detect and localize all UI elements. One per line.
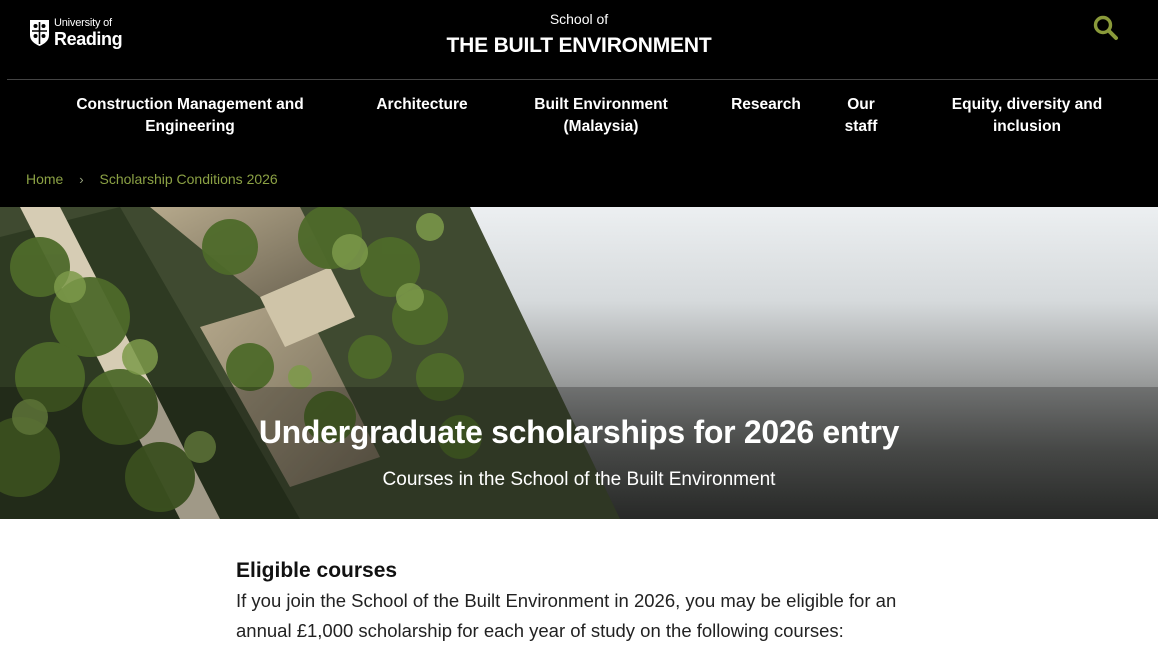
hero-subtitle: Courses in the School of the Built Envir…: [382, 469, 776, 490]
search-button[interactable]: [1092, 14, 1120, 42]
school-name: THE BUILT ENVIRONMENT: [446, 34, 712, 57]
nav-item-built-environment-malaysia[interactable]: Built Environment (Malaysia): [522, 94, 680, 138]
hero-banner: Undergraduate scholarships for 2026 entr…: [0, 207, 1158, 519]
nav-item-construction-management[interactable]: Construction Management and Engineering: [64, 94, 316, 138]
nav-item-our-staff[interactable]: Our staff: [835, 94, 887, 138]
breadcrumb: Home › Scholarship Conditions 2026: [26, 170, 278, 189]
section-body: If you join the School of the Built Envi…: [236, 590, 897, 641]
breadcrumb-separator: ›: [79, 172, 84, 187]
main-content: Eligible courses If you join the School …: [236, 556, 936, 646]
site-header: University of Reading School of THE BUIL…: [0, 0, 1158, 207]
nav-item-architecture[interactable]: Architecture: [362, 94, 482, 116]
nav-item-research[interactable]: Research: [722, 94, 810, 116]
breadcrumb-current[interactable]: Scholarship Conditions 2026: [99, 171, 277, 187]
school-prefix: School of: [549, 11, 609, 27]
hero-title: Undergraduate scholarships for 2026 entr…: [258, 414, 900, 450]
header-divider: [7, 79, 1158, 80]
school-title-link[interactable]: School of THE BUILT ENVIRONMENT: [0, 10, 1158, 58]
section-heading-eligible-courses: Eligible courses: [236, 559, 398, 582]
nav-item-equity-diversity-inclusion[interactable]: Equity, diversity and inclusion: [932, 94, 1122, 138]
breadcrumb-home[interactable]: Home: [26, 171, 63, 187]
search-icon: [1093, 15, 1118, 40]
